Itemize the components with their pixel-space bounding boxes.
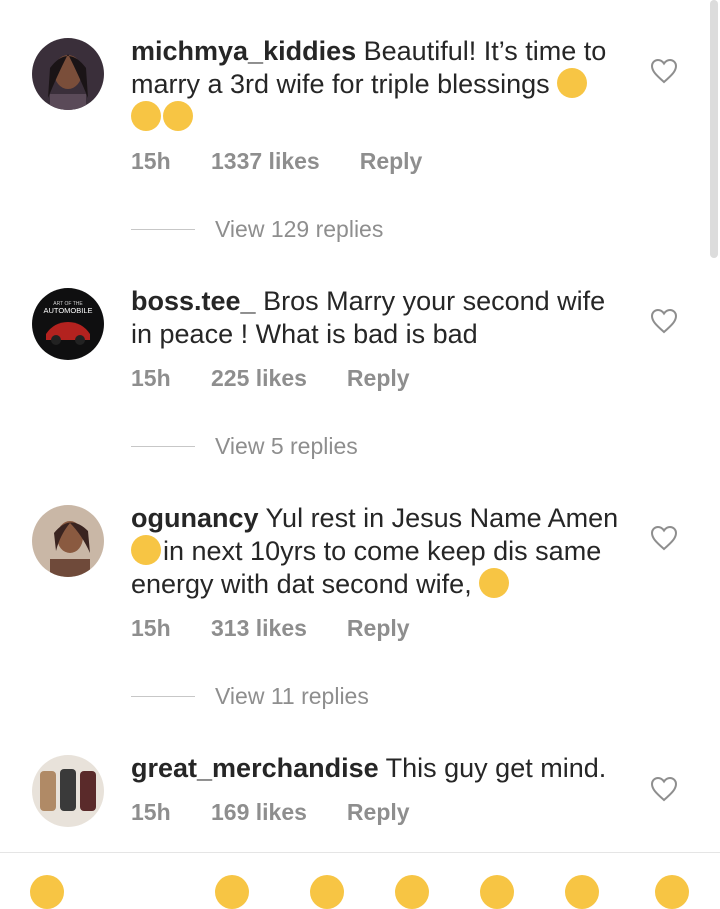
reaction-emoji[interactable] — [310, 875, 344, 909]
timestamp: 15h — [131, 365, 171, 391]
timestamp: 15h — [131, 799, 171, 825]
reaction-emoji[interactable] — [480, 875, 514, 909]
divider — [131, 696, 195, 697]
timestamp: 15h — [131, 148, 171, 174]
divider — [131, 229, 195, 230]
comment-text: boss.tee_ Bros Marry your second wife in… — [131, 285, 631, 351]
tears-of-joy-emoji — [479, 568, 510, 598]
comment-meta: 15h 225 likes Reply — [131, 365, 410, 392]
heart-outline-icon[interactable] — [650, 776, 678, 802]
reaction-emoji[interactable] — [215, 875, 249, 909]
view-replies-label: View 5 replies — [215, 433, 358, 459]
tears-of-joy-emoji — [131, 535, 161, 565]
view-replies-button[interactable]: View 11 replies — [131, 683, 369, 710]
emoji-reaction-bar — [0, 852, 720, 909]
divider — [131, 446, 195, 447]
view-replies-button[interactable]: View 5 replies — [131, 433, 358, 460]
comment-text: great_merchandise This guy get mind. — [131, 752, 631, 785]
timestamp: 15h — [131, 615, 171, 641]
woozy-face-emoji — [131, 101, 161, 131]
grinning-face-emoji — [163, 101, 193, 131]
avatar[interactable]: ART OF THE AUTOMOBILE — [32, 288, 104, 360]
reaction-emoji[interactable] — [30, 875, 64, 909]
comment-body-cont: in next 10yrs to come keep dis same ener… — [131, 536, 602, 599]
reply-button[interactable]: Reply — [347, 365, 410, 392]
reply-button[interactable]: Reply — [347, 799, 410, 826]
heart-outline-icon[interactable] — [650, 308, 678, 334]
avatar-logo-text: AUTOMOBILE — [43, 306, 92, 315]
comment-text: ogunancy Yul rest in Jesus Name Amen in … — [131, 502, 631, 601]
username[interactable]: michmya_kiddies — [131, 36, 356, 66]
avatar[interactable] — [32, 505, 104, 577]
username[interactable]: great_merchandise — [131, 753, 379, 783]
reaction-emoji[interactable] — [565, 875, 599, 909]
comment-meta: 15h 1337 likes Reply — [131, 148, 422, 175]
likes-count[interactable]: 169 likes — [211, 799, 307, 826]
comment-meta: 15h 169 likes Reply — [131, 799, 410, 826]
comment-text: michmya_kiddies Beautiful! It’s time to … — [131, 35, 631, 134]
username[interactable]: boss.tee_ — [131, 286, 256, 316]
username[interactable]: ogunancy — [131, 503, 259, 533]
scrollbar[interactable] — [710, 0, 718, 258]
avatar[interactable] — [32, 38, 104, 110]
likes-count[interactable]: 1337 likes — [211, 148, 320, 175]
view-replies-label: View 129 replies — [215, 216, 384, 242]
avatar[interactable] — [32, 755, 104, 827]
likes-count[interactable]: 225 likes — [211, 365, 307, 392]
reaction-emoji[interactable] — [395, 875, 429, 909]
view-replies-label: View 11 replies — [215, 683, 369, 709]
reply-button[interactable]: Reply — [360, 148, 423, 175]
reply-button[interactable]: Reply — [347, 615, 410, 642]
view-replies-button[interactable]: View 129 replies — [131, 216, 383, 243]
likes-count[interactable]: 313 likes — [211, 615, 307, 642]
comment-body: Yul rest in Jesus Name Amen — [265, 503, 619, 533]
heart-outline-icon[interactable] — [650, 58, 678, 84]
comment-body: This guy get mind. — [385, 753, 607, 783]
clapping-hands-emoji — [557, 68, 588, 98]
comment-meta: 15h 313 likes Reply — [131, 615, 410, 642]
heart-outline-icon[interactable] — [650, 525, 678, 551]
reaction-emoji[interactable] — [655, 875, 689, 909]
